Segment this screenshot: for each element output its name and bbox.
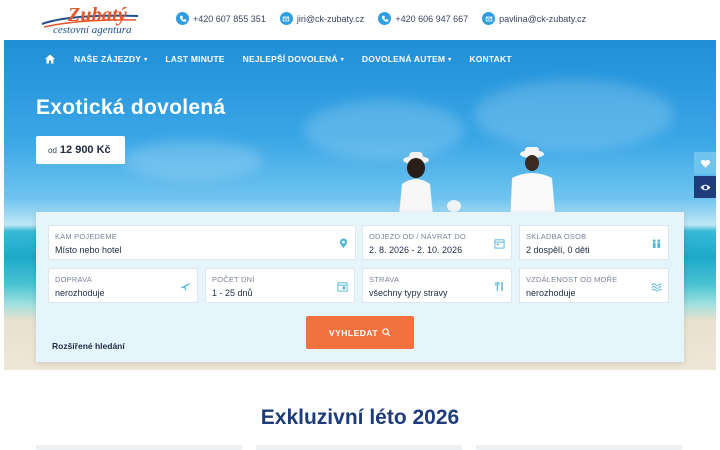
days-label: POČET DNÍ bbox=[212, 275, 255, 284]
nav-item-nejlepsi[interactable]: NEJLEPŠÍ DOVOLENÁ ▾ bbox=[243, 54, 344, 64]
board-field[interactable]: STRAVA všechny typy stravy bbox=[362, 268, 512, 303]
dates-field[interactable]: ODJEZD OD / NÁVRAT DO 2. 8. 2026 - 2. 10… bbox=[362, 225, 512, 260]
dates-label: ODJEZD OD / NÁVRAT DO bbox=[369, 232, 466, 241]
chevron-down-icon: ▾ bbox=[448, 56, 452, 63]
logo[interactable]: Zubatý cestovní agentura bbox=[40, 4, 140, 36]
section-title: Exkluzivní léto 2026 bbox=[260, 406, 460, 429]
transport-field[interactable]: DOPRAVA nerozhoduje bbox=[48, 268, 198, 303]
people-field[interactable]: SKLADBA OSOB 2 dospělí, 0 děti bbox=[519, 225, 669, 260]
board-value: všechny typy stravy bbox=[369, 288, 448, 298]
contact-phone-1-text: +420 607 855 351 bbox=[193, 13, 266, 24]
calendar-icon bbox=[337, 282, 348, 292]
sea-distance-value: nerozhoduje bbox=[526, 288, 576, 298]
contact-phone-2-text: +420 606 947 667 bbox=[395, 13, 469, 24]
phone-icon bbox=[176, 12, 189, 25]
nav-item-autem[interactable]: DOVOLENÁ AUTEM ▾ bbox=[362, 54, 451, 64]
people-value: 2 dospělí, 0 děti bbox=[526, 245, 590, 255]
home-icon[interactable] bbox=[44, 53, 56, 65]
map-pin-icon bbox=[339, 238, 348, 249]
nav-item-last-minute[interactable]: LAST MINUTE bbox=[165, 54, 224, 64]
transport-value: nerozhoduje bbox=[55, 288, 105, 298]
days-value: 1 - 25 dnů bbox=[212, 288, 253, 298]
chevron-down-icon: ▾ bbox=[340, 56, 344, 63]
waves-icon bbox=[651, 283, 662, 292]
email-icon bbox=[482, 12, 496, 25]
main-nav: NAŠE ZÁJEZDY ▾ LAST MINUTE NEJLEPŠÍ DOVO… bbox=[4, 40, 716, 78]
hero-cloud bbox=[474, 80, 674, 150]
offer-card[interactable] bbox=[476, 445, 682, 450]
nav-item-zajezdy[interactable]: NAŠE ZÁJEZDY ▾ bbox=[74, 54, 147, 64]
contact-phone-2[interactable]: +420 606 947 667 bbox=[378, 12, 468, 25]
hero-title: Exotická dovolená bbox=[36, 96, 226, 119]
nav-item-label: NEJLEPŠÍ DOVOLENÁ bbox=[242, 54, 338, 64]
airplane-icon bbox=[180, 282, 191, 291]
search-button[interactable]: VYHLEDAT bbox=[306, 316, 414, 349]
contact-phone-1[interactable]: +420 607 855 351 bbox=[176, 12, 266, 25]
eye-icon bbox=[699, 184, 711, 190]
contact-email-2-text: pavlina@ck-zubaty.cz bbox=[499, 13, 587, 24]
people-label: SKLADBA OSOB bbox=[526, 232, 587, 241]
destination-field[interactable]: KAM POJEDEME Místo nebo hotel bbox=[48, 225, 356, 260]
nav-item-label: LAST MINUTE bbox=[165, 54, 225, 64]
price-value: 12 900 Kč bbox=[59, 144, 111, 156]
offer-card[interactable] bbox=[36, 445, 242, 450]
contact-email-2[interactable]: pavlina@ck-zubaty.cz bbox=[482, 12, 586, 25]
sea-distance-field[interactable]: VZDÁLENOST OD MOŘE nerozhoduje bbox=[519, 268, 669, 303]
logo-tagline: cestovní agentura bbox=[53, 24, 132, 36]
search-icon bbox=[382, 328, 391, 337]
search-button-label: VYHLEDAT bbox=[328, 327, 379, 338]
sea-distance-label: VZDÁLENOST OD MOŘE bbox=[526, 275, 618, 284]
top-bar: Zubatý cestovní agentura +420 607 855 35… bbox=[0, 0, 720, 40]
nav-item-kontakt[interactable]: KONTAKT bbox=[469, 54, 511, 64]
chevron-down-icon: ▾ bbox=[144, 56, 148, 63]
email-icon bbox=[279, 12, 293, 25]
nav-item-label: KONTAKT bbox=[469, 54, 512, 64]
hero-cloud bbox=[124, 140, 264, 180]
contact-email-1[interactable]: jiri@ck-zubaty.cz bbox=[279, 12, 365, 25]
advanced-search-link[interactable]: Rozšířené hledání bbox=[52, 341, 125, 351]
favorites-button[interactable] bbox=[694, 152, 716, 174]
destination-label: KAM POJEDEME bbox=[55, 232, 117, 241]
phone-icon bbox=[378, 12, 392, 25]
calendar-icon bbox=[494, 239, 505, 249]
nav-item-label: NAŠE ZÁJEZDY bbox=[74, 54, 142, 64]
days-field[interactable]: POČET DNÍ 1 - 25 dnů bbox=[205, 268, 355, 303]
recently-viewed-button[interactable] bbox=[694, 176, 716, 198]
heart-icon bbox=[700, 159, 710, 168]
contact-list: +420 607 855 351 jiri@ck-zubaty.cz +420 … bbox=[176, 12, 600, 25]
transport-label: DOPRAVA bbox=[55, 275, 92, 284]
price-from-label: od bbox=[48, 145, 57, 155]
search-panel: KAM POJEDEME Místo nebo hotel ODJEZD OD … bbox=[36, 212, 684, 362]
board-label: STRAVA bbox=[369, 275, 400, 284]
price-badge[interactable]: od 12 900 Kč bbox=[36, 136, 125, 164]
dates-value: 2. 8. 2026 - 2. 10. 2026 bbox=[369, 245, 463, 255]
contact-email-1-text: jiri@ck-zubaty.cz bbox=[296, 13, 365, 24]
offer-card[interactable] bbox=[256, 445, 462, 450]
destination-value: Místo nebo hotel bbox=[55, 245, 122, 255]
cutlery-icon bbox=[495, 281, 503, 292]
nav-item-label: DOVOLENÁ AUTEM bbox=[361, 54, 446, 64]
people-icon bbox=[652, 239, 661, 249]
